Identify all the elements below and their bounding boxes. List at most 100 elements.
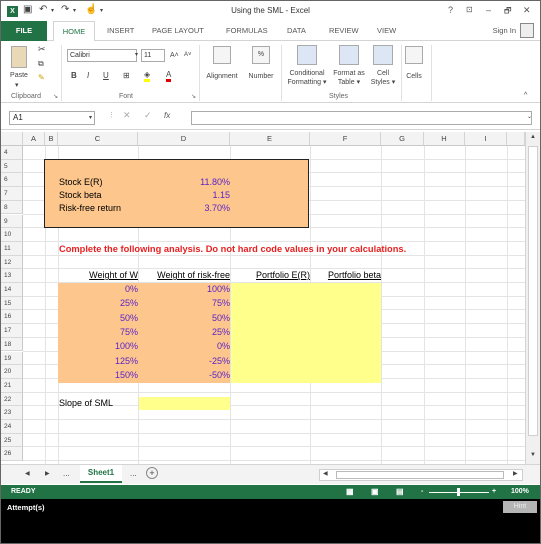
enter-icon[interactable]: ✓ (144, 111, 152, 120)
sheet-scroll-left-icon[interactable]: ◀ (25, 470, 30, 477)
sheet-more-left[interactable]: ... (63, 469, 70, 478)
stock-er-value[interactable]: 11.80% (138, 176, 230, 188)
cells-icon[interactable] (405, 46, 423, 64)
shrink-font-icon[interactable]: A˅ (184, 51, 192, 60)
format-painter-icon[interactable]: ✎ (38, 73, 45, 82)
cell-styles-icon[interactable] (373, 45, 393, 65)
answer-area-portfolio[interactable] (231, 283, 381, 383)
insert-function-icon[interactable]: fx (164, 111, 170, 120)
header-weight-w[interactable]: Weight of W (58, 269, 138, 281)
number-button[interactable]: Number (243, 72, 279, 81)
column-header-c[interactable]: C (58, 132, 138, 146)
column-header-a[interactable]: A (23, 132, 45, 146)
column-header-h[interactable]: H (424, 132, 465, 146)
weight-w-cell[interactable]: 50% (58, 312, 138, 324)
weight-rf-cell[interactable]: 0% (138, 340, 230, 352)
splitter-icon[interactable]: ⋮ (108, 111, 115, 120)
slope-answer-cell[interactable] (139, 397, 230, 410)
row-header-15[interactable]: 15 (1, 296, 23, 311)
risk-free-label[interactable]: Risk-free return (59, 202, 121, 214)
font-color-icon[interactable]: A (166, 71, 172, 82)
sheet-tab-sheet1[interactable]: Sheet1 (80, 465, 122, 483)
tab-data[interactable]: DATA (287, 26, 306, 35)
row-header-4[interactable]: 4 (1, 146, 23, 160)
font-name-select[interactable]: Calibri (67, 49, 137, 62)
row-header-22[interactable]: 22 (1, 392, 23, 407)
scroll-down-icon[interactable]: ▼ (530, 452, 536, 458)
header-weight-rf[interactable]: Weight of risk-free (138, 269, 230, 281)
weight-w-cell[interactable]: 125% (58, 355, 138, 367)
row-header-17[interactable]: 17 (1, 324, 23, 338)
font-name-dropdown-icon[interactable]: ▾ (135, 51, 138, 60)
page-break-view-icon[interactable]: ▤ (396, 485, 404, 499)
scroll-up-icon[interactable]: ▲ (530, 134, 536, 140)
zoom-slider-thumb[interactable] (457, 488, 460, 496)
tab-file[interactable]: FILE (1, 21, 47, 41)
weight-w-cell[interactable]: 0% (58, 283, 138, 295)
vertical-scroll-thumb[interactable] (528, 146, 538, 436)
weight-rf-cell[interactable]: 100% (138, 283, 230, 295)
column-header-i[interactable]: I (465, 132, 507, 146)
format-as-table-button[interactable]: Format as Table ▾ (329, 69, 369, 87)
row-header-16[interactable]: 16 (1, 310, 23, 325)
alignment-button[interactable]: Alignment (203, 72, 241, 81)
bold-button[interactable]: B (71, 71, 77, 80)
italic-button[interactable]: I (87, 71, 89, 80)
row-header-26[interactable]: 26 (1, 447, 23, 462)
formula-input[interactable] (191, 111, 532, 125)
conditional-formatting-button[interactable]: Conditional Formatting ▾ (283, 69, 331, 87)
row-header-7[interactable]: 7 (1, 187, 23, 201)
stock-er-label[interactable]: Stock E(R) (59, 176, 103, 188)
header-portfolio-er[interactable]: Portfolio E(R) (230, 269, 310, 281)
weight-w-cell[interactable]: 75% (58, 326, 138, 338)
sign-in-link[interactable]: Sign In (493, 26, 516, 35)
sheet-scroll-right-icon[interactable]: ▶ (45, 470, 50, 477)
header-portfolio-beta[interactable]: Portfolio beta (310, 269, 381, 281)
column-header-g[interactable]: G (381, 132, 424, 146)
row-header-19[interactable]: 19 (1, 351, 23, 366)
ribbon-display-options-icon[interactable]: ⊡ (466, 5, 473, 14)
format-as-table-icon[interactable] (339, 45, 359, 65)
tab-view[interactable]: VIEW (377, 26, 396, 35)
vertical-scrollbar[interactable]: ▲ ▼ (525, 132, 540, 464)
row-header-20[interactable]: 20 (1, 365, 23, 379)
tab-insert[interactable]: INSERT (107, 26, 134, 35)
row-header-11[interactable]: 11 (1, 241, 23, 256)
weight-w-cell[interactable]: 25% (58, 297, 138, 309)
restore-button[interactable]: 🗗 (504, 5, 512, 19)
new-sheet-icon[interactable]: + (146, 467, 158, 479)
borders-icon[interactable]: ⊞ (123, 71, 130, 80)
risk-free-value[interactable]: 3.70% (138, 202, 230, 214)
worksheet-grid[interactable]: A B C D E F G H I ▲ ▼ 4 5 6 7 8 9 10 11 12 13 14 15… (1, 132, 540, 464)
row-header-24[interactable]: 24 (1, 420, 23, 434)
row-header-18[interactable]: 18 (1, 337, 23, 352)
column-header-b[interactable]: B (45, 132, 58, 146)
weight-rf-cell[interactable]: 25% (138, 326, 230, 338)
row-header-12[interactable]: 12 (1, 255, 23, 270)
copy-icon[interactable]: ⧉ (38, 59, 44, 68)
column-header-f[interactable]: F (310, 132, 381, 146)
stock-beta-label[interactable]: Stock beta (59, 189, 102, 201)
alignment-icon[interactable] (213, 46, 231, 64)
row-header-14[interactable]: 14 (1, 283, 23, 297)
slope-label[interactable]: Slope of SML (59, 397, 113, 409)
horizontal-scrollbar[interactable]: ◀ ▶ (319, 469, 523, 481)
paste-icon[interactable] (11, 46, 27, 68)
hint-button[interactable]: Hint (503, 501, 537, 513)
normal-view-icon[interactable]: ▦ (346, 485, 354, 499)
expand-formula-bar-icon[interactable]: ⌄ (527, 113, 532, 122)
close-button[interactable]: ✕ (523, 5, 531, 16)
collapse-ribbon-icon[interactable]: ^ (524, 91, 527, 100)
conditional-formatting-icon[interactable] (297, 45, 317, 65)
stock-beta-value[interactable]: 1.15 (138, 189, 230, 201)
hscroll-right-icon[interactable]: ▶ (513, 470, 518, 477)
row-header-6[interactable]: 6 (1, 173, 23, 188)
font-launcher-icon[interactable]: ↘ (191, 93, 196, 100)
row-header-5[interactable]: 5 (1, 159, 23, 174)
zoom-level[interactable]: 100% (511, 485, 529, 499)
tab-formulas[interactable]: FORMULAS (226, 26, 268, 35)
cut-icon[interactable]: ✂ (38, 45, 46, 54)
sheet-more-right[interactable]: ... (130, 469, 137, 478)
tab-home[interactable]: HOME (53, 21, 95, 42)
user-avatar-icon[interactable] (520, 23, 534, 38)
